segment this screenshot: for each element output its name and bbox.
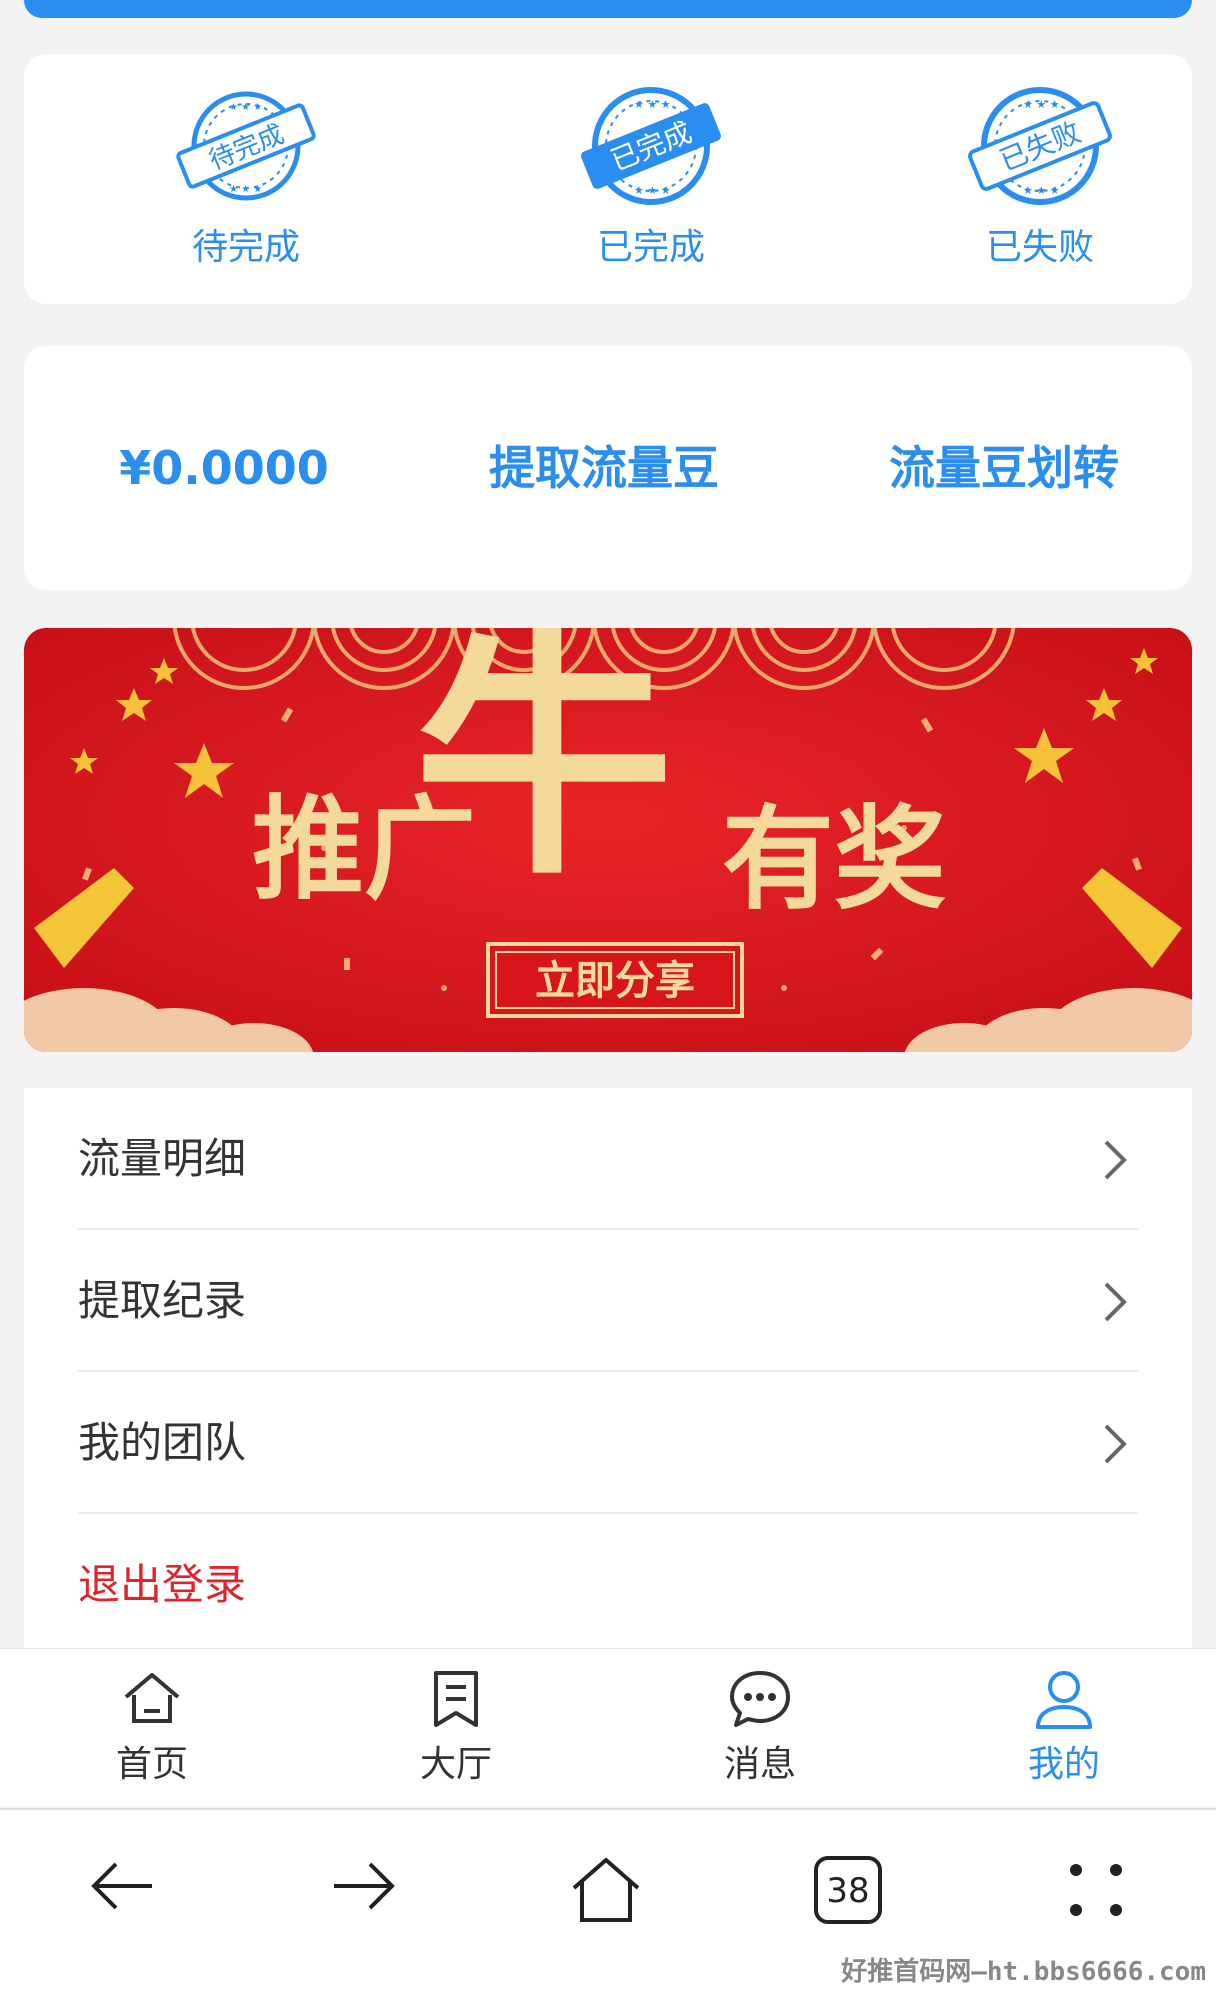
browser-toolbar: 38 好推首码网—ht.bbs6666.com	[0, 1808, 1216, 1990]
menu-item-my-team[interactable]: 我的团队	[78, 1372, 1138, 1514]
tab-messages[interactable]: 消息	[660, 1667, 860, 1787]
svg-text:38: 38	[826, 1871, 869, 1911]
tab-home[interactable]: 首页	[52, 1667, 252, 1787]
pending-stamp-icon: 待完成 ★ ★ ★ ★ ★ ★	[176, 91, 316, 201]
status-failed[interactable]: 已失败 ★ ★ ★ ★ ★ ★ 已失败	[940, 82, 1140, 270]
svg-text:立即分享: 立即分享	[535, 958, 695, 1004]
watermark-text: 好推首码网—ht.bbs6666.com	[841, 1957, 1206, 1987]
promo-banner[interactable]: 牛 推广 有奖 立即分享	[24, 628, 1192, 1052]
transfer-button[interactable]: 流量豆划转	[844, 346, 1164, 590]
status-failed-label: 已失败	[985, 227, 1094, 268]
tab-home-label: 首页	[115, 1744, 188, 1785]
svg-text:★ ★ ★: ★ ★ ★	[229, 102, 262, 113]
svg-text:★ ★ ★: ★ ★ ★	[634, 184, 671, 197]
svg-text:★ ★ ★: ★ ★ ★	[1023, 98, 1060, 111]
status-pending-label: 待完成	[191, 227, 300, 268]
more-menu-icon[interactable]	[1060, 1854, 1132, 1926]
status-pending[interactable]: 待完成 ★ ★ ★ ★ ★ ★ 待完成	[146, 82, 346, 270]
tab-messages-label: 消息	[723, 1744, 796, 1785]
status-completed[interactable]: 已完成 ★ ★ ★ ★ ★ ★ 已完成	[551, 82, 751, 270]
order-status-card: 待完成 ★ ★ ★ ★ ★ ★ 待完成 已完成 ★ ★ ★ ★ ★ ★ 已完成 …	[24, 54, 1192, 304]
bottom-tab-bar: 首页 大厅 消息 我的	[0, 1648, 1216, 1806]
svg-text:推广: 推广	[252, 785, 476, 915]
tabs-count-icon[interactable]: 38	[812, 1854, 884, 1926]
menu-item-label: 我的团队	[78, 1418, 247, 1467]
withdraw-button[interactable]: 提取流量豆	[444, 346, 764, 590]
logout-button[interactable]: 退出登录	[78, 1514, 1138, 1656]
completed-stamp-icon: 已完成 ★ ★ ★ ★ ★ ★	[581, 87, 721, 205]
tab-hall-label: 大厅	[419, 1744, 492, 1785]
user-icon	[1036, 1671, 1092, 1729]
chevron-right-icon	[1104, 1140, 1127, 1180]
chat-icon	[730, 1671, 790, 1727]
menu-item-withdraw-record[interactable]: 提取纪录	[78, 1230, 1138, 1372]
svg-text:★ ★ ★: ★ ★ ★	[1023, 184, 1060, 197]
chevron-right-icon	[1104, 1282, 1127, 1322]
browser-home-icon[interactable]	[570, 1854, 642, 1926]
chevron-right-icon	[1104, 1424, 1127, 1464]
back-arrow-icon[interactable]	[86, 1854, 158, 1918]
account-menu: 流量明细 提取纪录 我的团队 退出登录	[24, 1088, 1192, 1648]
balance-amount: ¥0.0000	[119, 441, 329, 495]
svg-text:★ ★ ★: ★ ★ ★	[634, 98, 671, 111]
balance-card: ¥0.0000 提取流量豆 流量豆划转	[24, 346, 1192, 590]
tab-mine-label: 我的	[1027, 1744, 1100, 1785]
logout-label: 退出登录	[78, 1560, 247, 1609]
svg-text:★ ★ ★: ★ ★ ★	[229, 184, 262, 195]
document-icon	[434, 1671, 478, 1727]
failed-stamp-icon: 已失败 ★ ★ ★ ★ ★ ★	[968, 87, 1112, 205]
home-icon	[124, 1673, 180, 1723]
promo-banner-graphic: 牛 推广 有奖 立即分享	[24, 628, 1192, 1052]
menu-item-traffic-detail[interactable]: 流量明细	[78, 1088, 1138, 1230]
tab-mine[interactable]: 我的	[964, 1667, 1164, 1787]
status-completed-label: 已完成	[596, 227, 705, 268]
svg-text:有奖: 有奖	[722, 795, 946, 925]
menu-item-label: 提取纪录	[78, 1276, 247, 1325]
menu-item-label: 流量明细	[78, 1134, 247, 1183]
tab-hall[interactable]: 大厅	[356, 1667, 556, 1787]
header-bar	[24, 0, 1192, 18]
forward-arrow-icon[interactable]	[328, 1854, 400, 1918]
